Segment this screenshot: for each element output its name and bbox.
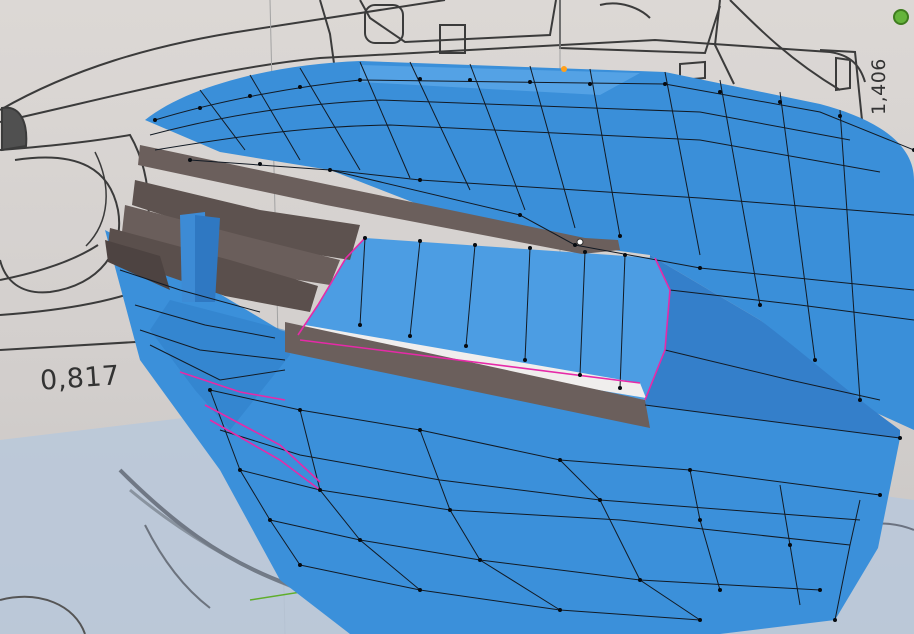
dimension-label-width: 0,817 bbox=[39, 360, 121, 397]
dimension-label-height: 1,406 bbox=[868, 58, 890, 115]
active-vertex-marker[interactable] bbox=[561, 66, 567, 72]
selected-vertex[interactable] bbox=[576, 238, 584, 246]
viewport-canvas[interactable] bbox=[0, 0, 914, 634]
3d-viewport[interactable]: 0,817 1,406 bbox=[0, 0, 914, 634]
green-axis-gizmo-icon[interactable] bbox=[893, 9, 909, 25]
